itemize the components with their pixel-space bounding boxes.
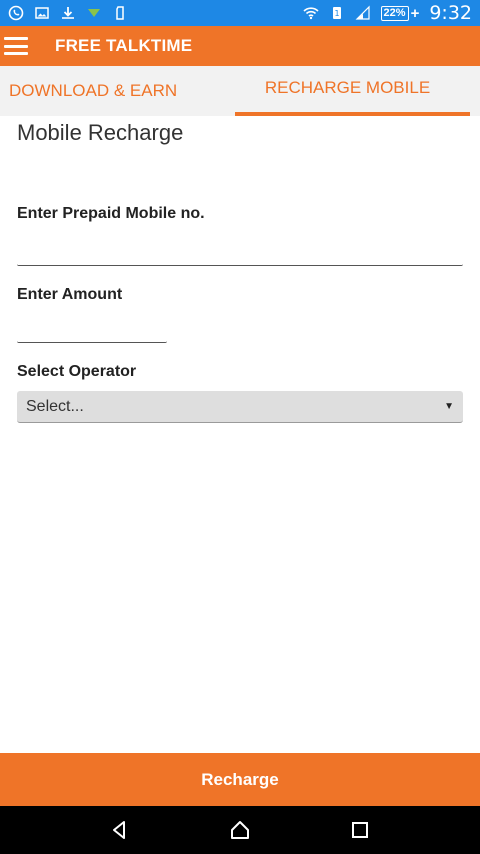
back-button[interactable]: [60, 806, 180, 854]
battery-level: 22%: [380, 5, 409, 21]
recents-button[interactable]: [300, 806, 420, 854]
tab-recharge-mobile[interactable]: RECHARGE MOBILE: [235, 66, 480, 116]
dropdown-arrow-icon: ▼: [444, 401, 454, 412]
image-icon: [34, 5, 50, 21]
download-icon: [60, 5, 76, 21]
hamburger-menu-icon[interactable]: [4, 37, 28, 55]
wifi-icon: [302, 5, 319, 21]
status-clock: 9:32: [429, 2, 472, 24]
mobile-number-input[interactable]: [17, 242, 463, 266]
charging-icon: +: [410, 4, 420, 22]
tab-download-earn[interactable]: DOWNLOAD & EARN: [0, 66, 235, 116]
amount-input[interactable]: [17, 319, 167, 343]
app-title: FREE TALKTIME: [55, 36, 193, 55]
page-title: Mobile Recharge: [17, 120, 184, 145]
tab-selected-indicator: [235, 112, 470, 116]
operator-select-value: Select...: [26, 397, 84, 415]
whatsapp-icon: [8, 5, 24, 21]
status-bar: 1 22% + 9:32: [0, 0, 480, 26]
tab-label: RECHARGE MOBILE: [264, 78, 431, 97]
sim-icon: 1: [329, 5, 345, 21]
operator-select[interactable]: Select... ▼: [17, 391, 463, 423]
download-arrow-icon: [86, 5, 102, 21]
operator-label: Select Operator: [17, 363, 137, 380]
system-nav-bar: [0, 806, 480, 854]
app-toolbar: FREE TALKTIME: [0, 26, 480, 66]
home-button[interactable]: [180, 806, 300, 854]
recharge-button[interactable]: Recharge: [0, 753, 480, 806]
amount-label: Enter Amount: [17, 286, 123, 303]
home-icon: [231, 821, 249, 839]
signal-icon: [355, 5, 371, 21]
tab-bar: DOWNLOAD & EARN RECHARGE MOBILE: [0, 66, 480, 116]
sd-card-icon: [112, 5, 128, 21]
tab-label: DOWNLOAD & EARN: [9, 81, 178, 100]
mobile-number-label: Enter Prepaid Mobile no.: [17, 205, 205, 222]
recents-icon: [352, 822, 368, 838]
back-icon: [113, 821, 125, 839]
svg-text:1: 1: [334, 9, 339, 18]
